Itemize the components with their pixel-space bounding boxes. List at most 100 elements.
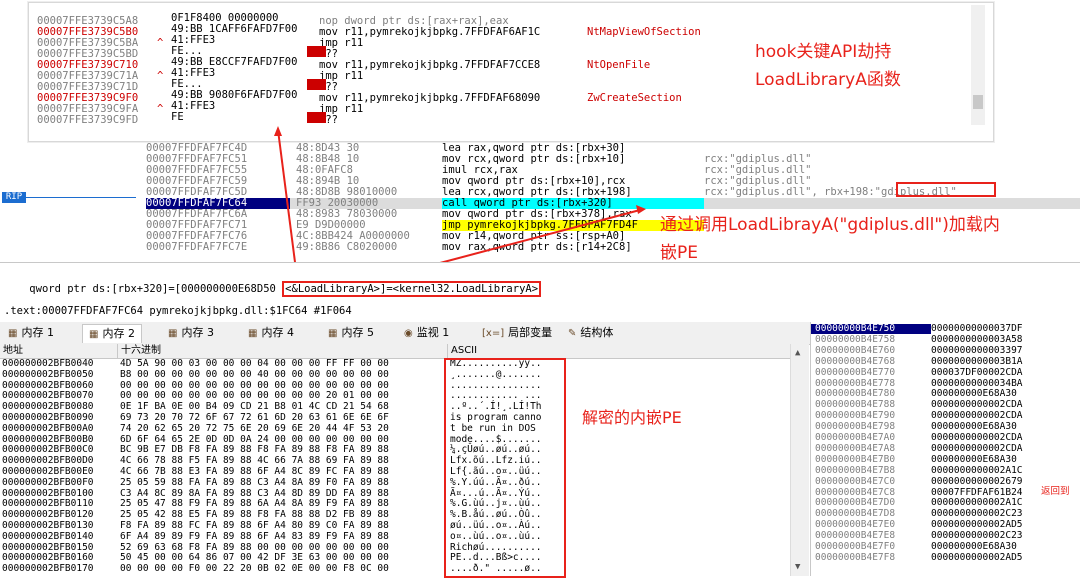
stack-row[interactable]: 00000000B4E778 00000000000034BA [815, 377, 1023, 389]
hex-row-address: 000000002BFB0090 [2, 412, 94, 423]
stack-row-address: 00000000B4E7B8 [815, 464, 896, 476]
tab-label: 内存 5 [341, 326, 374, 339]
stack-row-value: 00007FFDFAF61B24 [931, 486, 1023, 498]
hex-row-bytes[interactable]: 00 00 00 00 00 00 00 00 00 00 00 00 20 0… [120, 391, 389, 401]
hex-scrollbar[interactable]: ▲ ▼ [790, 344, 809, 576]
tab-6[interactable]: ◉ 监视 1 [398, 324, 455, 342]
tab-2[interactable]: ▦ 内存 2 [82, 324, 142, 343]
stack-row[interactable]: 00000000B4E7F8 0000000000002AD5 [815, 552, 1023, 563]
tab-1[interactable]: ▦ 内存 1 [2, 324, 60, 342]
hex-row-bytes[interactable]: 50 45 00 00 64 86 07 00 42 DF 3E 63 00 0… [120, 553, 389, 563]
stack-row-address: 00000000B4E768 [815, 355, 896, 367]
scroll-down-icon[interactable]: ▼ [795, 562, 800, 572]
hex-row-bytes[interactable]: 25 05 42 88 E5 FA 89 88 F8 FA 88 88 D2 F… [120, 510, 389, 520]
hex-row-bytes[interactable]: 6D 6F 64 65 2E 0D 0D 0A 24 00 00 00 00 0… [120, 434, 389, 445]
col-address-header[interactable]: 地址 [0, 344, 118, 359]
tab-3[interactable]: ▦ 内存 3 [162, 324, 220, 342]
stack-row-value: 0000000000003A58 [931, 333, 1023, 345]
tab-label: 内存 1 [21, 326, 54, 339]
annotation-load-line1: 通过调用LoadLibrayA("gdiplus.dll")加载内 [660, 215, 1000, 235]
hex-row-address: 000000002BFB0060 [2, 379, 94, 391]
stack-row[interactable]: 00000000B4E788 0000000000002CDA [815, 400, 1023, 410]
tab-5[interactable]: ▦ 内存 5 [322, 324, 380, 342]
hex-row-bytes[interactable]: 69 73 20 70 72 6F 67 72 61 6D 20 63 61 6… [120, 413, 389, 423]
stack-row[interactable]: 00000000B4E7F0 000000000E68A30 [815, 542, 1017, 552]
stack-row[interactable]: 00000000B4E7C0 0000000000002679 [815, 476, 1023, 487]
tab-4[interactable]: ▦ 内存 4 [242, 324, 300, 342]
hex-row-bytes[interactable]: F8 FA 89 88 FC FA 89 88 6F A4 80 89 C0 F… [120, 521, 389, 531]
hex-row-bytes[interactable]: 52 69 63 68 F8 FA 89 88 00 00 00 00 00 0… [120, 542, 389, 553]
stack-row[interactable]: 00000000B4E780 000000000E68A30 [815, 389, 1017, 399]
hex-row-bytes[interactable]: 74 20 62 65 20 72 75 6E 20 69 6E 20 44 4… [120, 423, 389, 434]
hex-row-bytes[interactable]: 00 00 00 00 00 00 00 00 00 00 00 00 00 0… [120, 380, 389, 391]
status-address-line: .text:00007FFDFAF7FC64 pymrekojkjbpkg.dl… [4, 305, 352, 317]
stack-row[interactable]: 00000000B4E7D0 0000000000002A1C [815, 498, 1023, 508]
hex-row-bytes[interactable]: 25 05 59 88 FA FA 89 88 C3 A4 8A 89 F0 F… [120, 477, 389, 488]
stack-row[interactable]: 00000000B4E7A0 0000000000002CDA [815, 433, 1023, 443]
stack-row-address: 00000000B4E7B0 [815, 453, 896, 465]
hex-dump-pane[interactable]: 地址 十六进制 ASCII 000000002BFB0040 4D 5A 90 0… [0, 344, 808, 578]
hex-row-address: 000000002BFB0050 [2, 368, 94, 380]
hex-row-address: 000000002BFB0160 [2, 552, 94, 564]
stack-row[interactable]: 00000000B4E7B0 000000000E68A30 [815, 453, 1017, 465]
hex-row-address: 000000002BFB00A0 [2, 422, 94, 434]
stack-row-value: 0000000000003397 [931, 344, 1023, 356]
memory-icon: ▦ [168, 328, 178, 339]
tab-7[interactable]: [x=] 局部变量 [476, 324, 558, 342]
dump-tabs: ▦ 内存 1 ▦ 内存 2 ▦ 内存 3 ▦ 内存 4 ▦ 内存 5 ◉ 监视 1 [x=] 局部变量 ✎ 结… [0, 322, 810, 345]
hex-row-bytes[interactable]: 4C 66 7B 88 E3 FA 89 88 6F A4 8C 89 FC F… [120, 467, 389, 477]
stack-pane[interactable]: 00000000B4E750 00000000000037DF 00000000B4… [810, 322, 1080, 576]
col-hex-header[interactable]: 十六进制 [118, 344, 448, 359]
hex-row-address: 000000002BFB00F0 [2, 476, 94, 488]
memory-icon: ▦ [89, 329, 99, 340]
stack-row[interactable]: 00000000B4E768 0000000000003B1A [815, 355, 1023, 367]
hex-row-bytes[interactable]: 00 00 00 00 F0 00 22 20 0B 02 0E 00 00 F… [120, 564, 389, 574]
stack-row-address: 00000000B4E790 [815, 410, 896, 422]
hex-row-address: 000000002BFB0080 [2, 401, 94, 413]
scroll-up-icon[interactable]: ▲ [795, 348, 800, 358]
stack-row[interactable]: 00000000B4E770 000037DF00002CDA [815, 366, 1023, 378]
col-ascii-header[interactable]: ASCII [448, 344, 792, 359]
stack-row-value: 0000000000002A1C [931, 464, 1023, 476]
stack-row[interactable]: 00000000B4E750 00000000000037DF [811, 323, 1023, 334]
hex-row-bytes[interactable]: 4C 66 78 88 F5 FA 89 88 4C 66 7A 88 69 F… [120, 456, 389, 466]
stack-row-value: 0000000000002C23 [931, 508, 1023, 520]
stack-row[interactable]: 00000000B4E7C8 00007FFDFAF61B24 [815, 486, 1023, 498]
stack-row-address: 00000000B4E7A0 [815, 432, 896, 443]
stack-row[interactable]: 00000000B4E7D8 0000000000002C23 [815, 509, 1023, 519]
hex-row-bytes[interactable]: 0E 1F BA 0E 00 B4 09 CD 21 B8 01 4C CD 2… [120, 402, 389, 412]
hex-row-address: 000000002BFB0100 [2, 487, 94, 499]
stack-row[interactable]: 00000000B4E758 0000000000003A58 [815, 333, 1023, 345]
stack-row[interactable]: 00000000B4E760 0000000000003397 [815, 344, 1023, 356]
stack-row[interactable]: 00000000B4E790 0000000000002CDA [815, 411, 1023, 421]
stack-row-address: 00000000B4E750 [815, 323, 896, 334]
tab-label: 内存 4 [261, 326, 294, 339]
hex-row-bytes[interactable]: 4D 5A 90 00 03 00 00 00 04 00 00 00 FF F… [120, 359, 389, 369]
struct-icon: ✎ [568, 328, 577, 339]
stack-row-value: 0000000000003B1A [931, 355, 1023, 367]
stack-row-address: 00000000B4E7F0 [815, 541, 896, 552]
stack-row-value: 000000000E68A30 [931, 388, 1017, 400]
stack-row-value: 0000000000002CDA [931, 432, 1023, 443]
hex-row-bytes[interactable]: C3 A4 8C 89 8A FA 89 88 C3 A4 8D 89 DD F… [120, 488, 389, 499]
stack-row-value: 00000000000034BA [931, 377, 1023, 389]
tab-label: 内存 2 [102, 327, 135, 340]
stack-row-address: 00000000B4E770 [815, 366, 896, 378]
watch-icon: ◉ [404, 328, 413, 339]
hex-row-bytes[interactable]: 6F A4 89 89 F9 FA 89 88 6F A4 83 89 F9 F… [120, 531, 389, 542]
hex-row-bytes[interactable]: 25 05 47 88 F9 FA 89 88 6A A4 8A 89 F9 F… [120, 499, 389, 509]
stack-row[interactable]: 00000000B4E7A8 0000000000002CDA [815, 443, 1023, 454]
hex-row-bytes[interactable]: B8 00 00 00 00 00 00 00 40 00 00 00 00 0… [120, 369, 389, 380]
hex-row-address: 000000002BFB0040 [2, 358, 94, 369]
stack-row-value: 000000000E68A30 [931, 453, 1017, 465]
stack-row[interactable]: 00000000B4E7E0 0000000000002AD5 [815, 520, 1023, 530]
stack-row[interactable]: 00000000B4E7E8 0000000000002C23 [815, 531, 1023, 541]
tab-8[interactable]: ✎ 结构体 [562, 324, 619, 342]
stack-row[interactable]: 00000000B4E7B8 0000000000002A1C [815, 464, 1023, 476]
stack-row-value: 0000000000002A1C [931, 497, 1023, 509]
stack-row[interactable]: 00000000B4E798 000000000E68A30 [815, 422, 1017, 432]
hex-row-bytes[interactable]: BC 9B E7 DB F8 FA 89 88 F8 FA 89 88 F8 F… [120, 445, 389, 455]
stack-row-value: 000000000E68A30 [931, 421, 1017, 433]
decrypted-pe-box [444, 358, 566, 578]
stack-return-label: 返回到 [1041, 486, 1070, 497]
